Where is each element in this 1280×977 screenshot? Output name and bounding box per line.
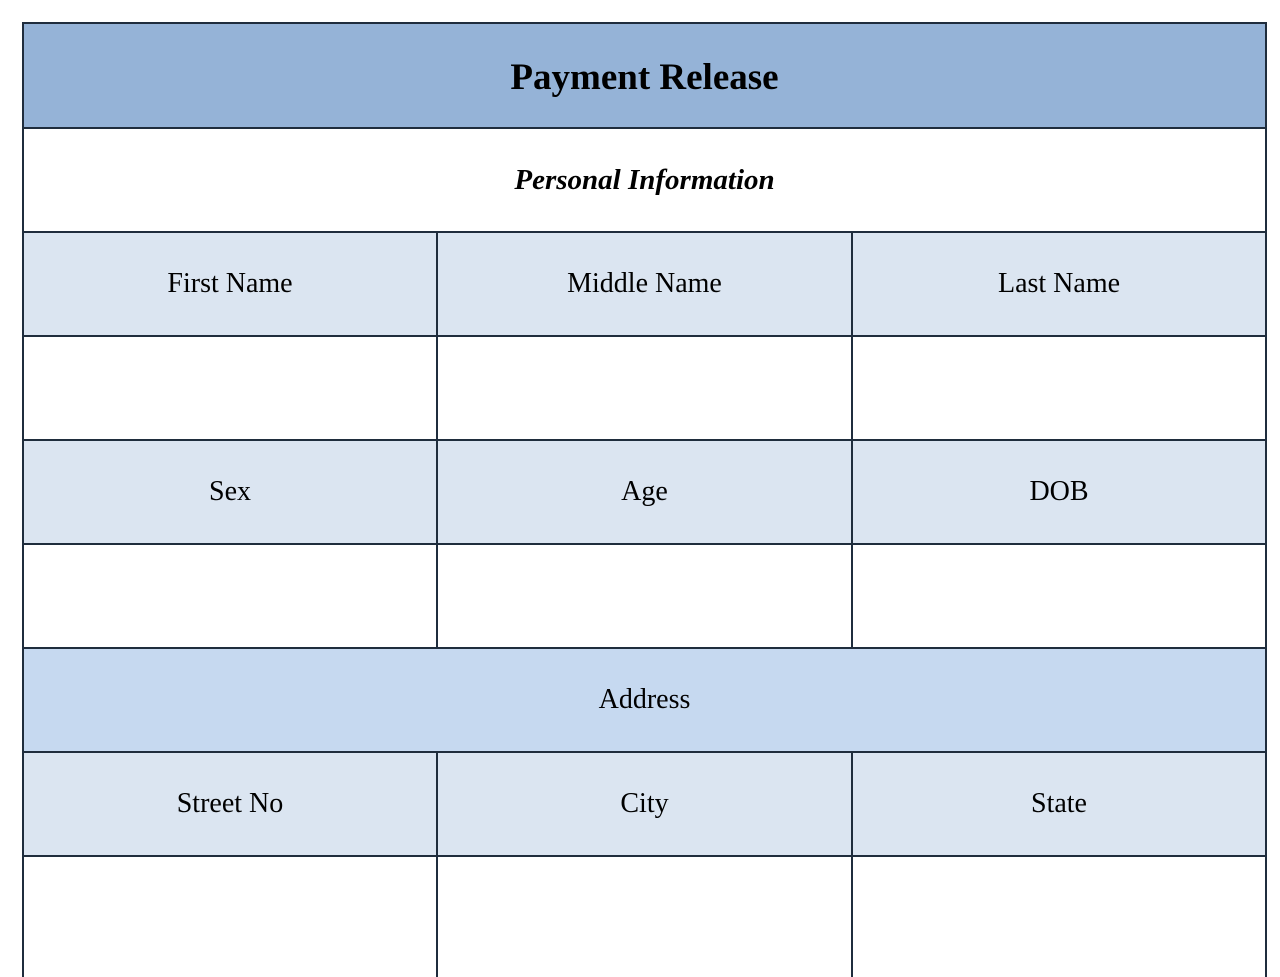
first-name-label: First Name [167, 268, 293, 299]
address-labels-row: Street No City State [24, 753, 1265, 857]
address-heading-row: Address [24, 649, 1265, 753]
city-label-cell: City [438, 753, 853, 855]
personal-information-row: Personal Information [24, 129, 1265, 233]
sex-field[interactable] [24, 545, 438, 647]
payment-release-form: Payment Release Personal Information Fir… [22, 22, 1267, 977]
city-field[interactable] [438, 857, 853, 977]
age-label: Age [621, 476, 668, 507]
age-label-cell: Age [438, 441, 853, 543]
last-name-field[interactable] [853, 337, 1265, 439]
street-no-field[interactable] [24, 857, 438, 977]
last-name-label-cell: Last Name [853, 233, 1265, 335]
middle-name-label: Middle Name [567, 268, 722, 299]
address-heading-cell: Address [24, 649, 1265, 751]
personal-information-heading: Personal Information [514, 163, 775, 196]
state-label: State [1031, 788, 1087, 819]
dob-label: DOB [1029, 476, 1089, 507]
middle-name-label-cell: Middle Name [438, 233, 853, 335]
street-no-label: Street No [176, 788, 284, 819]
state-field[interactable] [853, 857, 1265, 977]
age-field[interactable] [438, 545, 853, 647]
street-no-label-cell: Street No [24, 753, 438, 855]
demographics-values-row [24, 545, 1265, 649]
sex-label: Sex [209, 476, 251, 507]
name-values-row [24, 337, 1265, 441]
first-name-field[interactable] [24, 337, 438, 439]
last-name-label: Last Name [997, 268, 1121, 299]
name-labels-row: First Name Middle Name Last Name [24, 233, 1265, 337]
demographics-labels-row: Sex Age DOB [24, 441, 1265, 545]
form-title-row: Payment Release [24, 24, 1265, 129]
middle-name-field[interactable] [438, 337, 853, 439]
form-title: Payment Release [510, 57, 779, 98]
state-label-cell: State [853, 753, 1265, 855]
address-values-row [24, 857, 1265, 977]
personal-information-cell: Personal Information [24, 129, 1265, 231]
first-name-label-cell: First Name [24, 233, 438, 335]
city-label: City [620, 788, 669, 819]
sex-label-cell: Sex [24, 441, 438, 543]
dob-label-cell: DOB [853, 441, 1265, 543]
dob-field[interactable] [853, 545, 1265, 647]
form-title-cell: Payment Release [24, 24, 1265, 127]
address-heading: Address [598, 684, 691, 715]
